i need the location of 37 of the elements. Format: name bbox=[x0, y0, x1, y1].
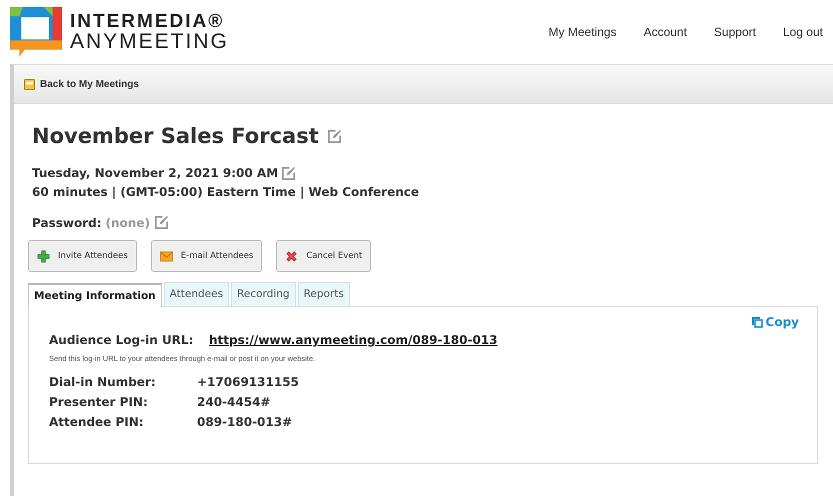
logo-icon bbox=[10, 7, 62, 57]
copy-button[interactable]: Copy bbox=[750, 315, 799, 329]
nav-link[interactable]: Account bbox=[644, 25, 687, 39]
password-label: Password: bbox=[32, 216, 102, 230]
meeting-details: 60 minutes | (GMT-05:00) Eastern Time | Web Conference bbox=[32, 185, 420, 199]
envelope-icon bbox=[160, 250, 173, 262]
info-label: Dial-in Number: bbox=[49, 375, 157, 389]
calendar-icon bbox=[24, 78, 35, 90]
action-button[interactable]: E-mail Attendees bbox=[150, 240, 262, 272]
nav-link[interactable]: My Meetings bbox=[548, 25, 617, 39]
nav-link[interactable]: Support bbox=[714, 25, 756, 39]
info-value: +17069131155 bbox=[197, 375, 300, 389]
copy-icon bbox=[750, 316, 763, 328]
brand-name: ANYMEETING bbox=[70, 31, 229, 52]
tab[interactable]: Meeting Information bbox=[28, 283, 162, 307]
action-button[interactable]: Cancel Event bbox=[276, 240, 372, 272]
meeting-url-link[interactable]: https://www.anymeeting.com/089-180-013 bbox=[209, 333, 498, 347]
back-link[interactable]: Back to My Meetings bbox=[40, 78, 139, 90]
password-value: (none) bbox=[106, 216, 150, 230]
info-label: Presenter PIN: bbox=[49, 395, 149, 409]
action-button[interactable]: Invite Attendees bbox=[28, 240, 137, 272]
tab[interactable]: Recording bbox=[231, 282, 296, 306]
edit-icon[interactable] bbox=[281, 166, 296, 181]
info-value: 240-4454# bbox=[197, 395, 272, 409]
edit-icon[interactable] bbox=[154, 215, 169, 230]
info-value: 089-180-013# bbox=[197, 415, 294, 429]
plus-icon bbox=[37, 250, 50, 262]
brand-name: INTERMEDIA® bbox=[70, 12, 226, 31]
tab[interactable]: Reports bbox=[298, 282, 350, 306]
nav-link[interactable]: Log out bbox=[782, 25, 823, 39]
edit-icon[interactable] bbox=[326, 128, 342, 144]
cross-icon bbox=[285, 250, 298, 262]
url-label: Audience Log-in URL: bbox=[49, 333, 194, 347]
tab[interactable]: Attendees bbox=[164, 282, 230, 306]
meeting-date: Tuesday, November 2, 2021 9:00 AM bbox=[32, 166, 278, 180]
info-label: Attendee PIN: bbox=[49, 415, 145, 429]
meeting-title: November Sales Forcast bbox=[32, 124, 319, 148]
